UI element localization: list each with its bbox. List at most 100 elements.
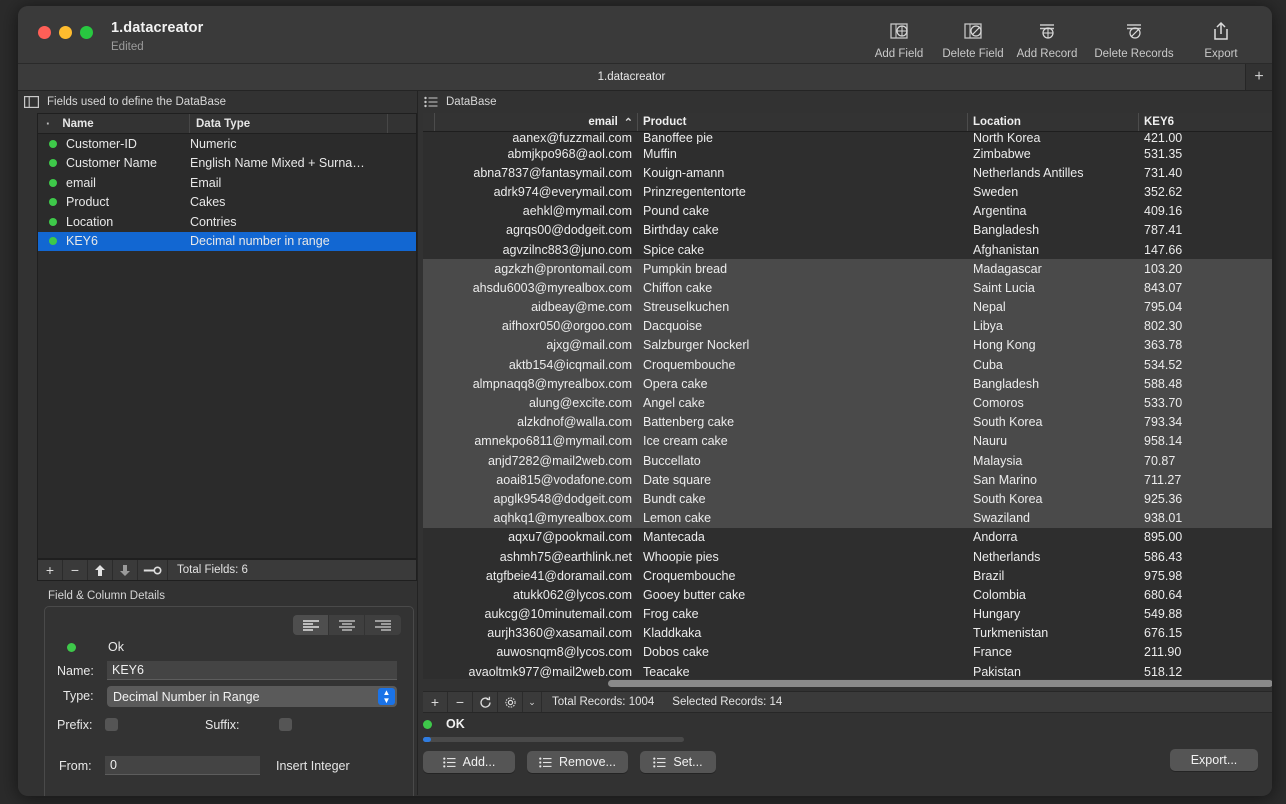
table-row[interactable]: abna7837@fantasymail.com Kouign-amann Neth…: [423, 163, 1272, 182]
fields-col-datatype[interactable]: Data Type: [190, 114, 388, 133]
from-insert-integer-button[interactable]: Insert Integer: [276, 759, 350, 773]
field-row[interactable]: email Email: [38, 173, 416, 193]
align-right-button[interactable]: [365, 615, 401, 635]
row-gutter: [423, 528, 435, 547]
align-center-button[interactable]: [329, 615, 365, 635]
remove-record-row-button[interactable]: −: [448, 692, 473, 712]
field-row[interactable]: Product Cakes: [38, 193, 416, 213]
delete-field-button[interactable]: Delete Field: [936, 14, 1010, 60]
export-button[interactable]: Export: [1184, 14, 1258, 60]
table-row[interactable]: aehkl@mymail.com Pound cake Argentina 409.1…: [423, 202, 1272, 221]
table-row[interactable]: aurjh3360@xasamail.com Kladdkaka Turkmenis…: [423, 624, 1272, 643]
export-footer-button[interactable]: Export...: [1170, 749, 1258, 771]
footer-button-row: Add... Remove... Set...: [423, 751, 716, 773]
table-row[interactable]: atukk062@lycos.com Gooey butter cake Colom…: [423, 585, 1272, 604]
table-row[interactable]: aqhkq1@myrealbox.com Lemon cake Swaziland 9…: [423, 508, 1272, 528]
records-settings-button[interactable]: [498, 692, 523, 712]
cell-email: aidbeay@me.com: [531, 300, 632, 315]
row-gutter: [423, 566, 435, 585]
table-row[interactable]: aidbeay@me.com Streuselkuchen Nepal 795.04: [423, 297, 1272, 317]
fields-col-name-label: Name: [62, 117, 94, 130]
delete-records-label: Delete Records: [1094, 48, 1174, 60]
field-data-type: Numeric: [190, 136, 237, 151]
table-row[interactable]: ashmh75@earthlink.net Whoopie pies Netherl…: [423, 547, 1272, 566]
table-row[interactable]: aoai815@vodafone.com Date square San Marin…: [423, 470, 1272, 490]
field-status-label: Ok: [108, 640, 124, 654]
cell-email: alzkdnof@walla.com: [517, 415, 632, 430]
table-row[interactable]: aanex@fuzzmail.com Banoffee pie North Kore…: [423, 132, 1272, 144]
minimize-button[interactable]: [59, 26, 72, 39]
cell-key6: 409.16: [1144, 204, 1183, 219]
table-row[interactable]: adrk974@everymail.com Prinzregententorte S…: [423, 182, 1272, 201]
row-gutter: [423, 413, 435, 432]
table-row[interactable]: aktb154@icqmail.com Croquembouche Cuba 534.…: [423, 355, 1272, 375]
field-name: email: [66, 175, 96, 190]
database-row-list[interactable]: aanex@fuzzmail.com Banoffee pie North Kore…: [423, 132, 1272, 679]
close-button[interactable]: [38, 26, 51, 39]
move-field-down-button[interactable]: [113, 560, 138, 580]
table-row[interactable]: atgfbeie41@doramail.com Croquembouche Braz…: [423, 566, 1272, 585]
table-row[interactable]: alzkdnof@walla.com Battenberg cake South K…: [423, 412, 1272, 432]
prefix-checkbox[interactable]: [105, 718, 118, 731]
horizontal-scrollbar-thumb[interactable]: [608, 680, 1272, 687]
table-row[interactable]: apglk9548@dodgeit.com Bundt cake South Kor…: [423, 489, 1272, 509]
cell-location: Bangladesh: [973, 376, 1040, 391]
cell-product: Whoopie pies: [643, 549, 719, 564]
table-row[interactable]: agzkzh@prontomail.com Pumpkin bread Madaga…: [423, 259, 1272, 279]
from-input[interactable]: [105, 756, 260, 775]
export-label: Export: [1204, 48, 1238, 60]
cell-product: Battenberg cake: [643, 415, 735, 430]
name-input[interactable]: [107, 661, 397, 680]
move-field-up-button[interactable]: [88, 560, 113, 580]
table-row[interactable]: auwosnqm8@lycos.com Dobos cake France 211.9…: [423, 643, 1272, 662]
cell-location: Turkmenistan: [973, 626, 1049, 641]
list-view-icon[interactable]: [424, 96, 438, 108]
suffix-checkbox[interactable]: [279, 718, 292, 731]
table-row[interactable]: agvzilnc883@juno.com Spice cake Afghanista…: [423, 240, 1272, 259]
records-menu-chevron[interactable]: ⌄: [523, 692, 542, 712]
table-row[interactable]: aifhoxr050@orgoo.com Dacquoise Libya 802.30: [423, 316, 1272, 336]
table-row[interactable]: anjd7282@mail2web.com Buccellato Malaysia 7…: [423, 451, 1272, 471]
align-left-button[interactable]: [293, 615, 329, 635]
zoom-button[interactable]: [80, 26, 93, 39]
type-select[interactable]: Decimal Number in Range ▲ ▼: [107, 686, 397, 707]
fields-col-name[interactable]: · Name: [38, 114, 190, 133]
column-header-email[interactable]: email ⌃: [435, 113, 638, 131]
new-tab-button[interactable]: +: [1245, 64, 1272, 90]
table-row[interactable]: amnekpo6811@mymail.com Ice cream cake Naur…: [423, 431, 1272, 451]
table-row[interactable]: agrqs00@dodgeit.com Birthday cake Banglade…: [423, 221, 1272, 240]
remove-field-row-button[interactable]: −: [63, 560, 88, 580]
column-header-product[interactable]: Product: [638, 113, 968, 131]
column-header-location[interactable]: Location: [968, 113, 1139, 131]
tab-datacreator[interactable]: 1.datacreator: [18, 64, 1245, 90]
window-controls: [38, 26, 93, 39]
primary-key-button[interactable]: [138, 560, 168, 580]
field-row[interactable]: KEY6 Decimal number in range: [38, 231, 416, 251]
table-row[interactable]: ahsdu6003@myrealbox.com Chiffon cake Saint…: [423, 278, 1272, 298]
table-row[interactable]: avaoltmk977@mail2web.com Teacake Pakistan 5…: [423, 662, 1272, 679]
add-button[interactable]: Add...: [423, 751, 515, 773]
field-row[interactable]: Location Contries: [38, 212, 416, 232]
sidebar-toggle-icon[interactable]: [24, 96, 39, 108]
table-row[interactable]: ajxg@mail.com Salzburger Nockerl Hong Kong…: [423, 335, 1272, 356]
field-row[interactable]: Customer-ID Numeric: [38, 134, 416, 154]
fields-pane-header: Fields used to define the DataBase: [18, 91, 417, 113]
refresh-records-button[interactable]: [473, 692, 498, 712]
table-row[interactable]: aqxu7@pookmail.com Mantecada Andorra 895.00: [423, 528, 1272, 547]
add-field-button[interactable]: Add Field: [862, 14, 936, 60]
document-title: 1.datacreator: [111, 20, 204, 36]
add-record-row-button[interactable]: +: [423, 692, 448, 712]
table-row[interactable]: aukcg@10minutemail.com Frog cake Hungary 54…: [423, 605, 1272, 624]
add-field-row-button[interactable]: +: [38, 560, 63, 580]
field-row[interactable]: Customer Name English Name Mixed + Surna…: [38, 154, 416, 174]
remove-button[interactable]: Remove...: [527, 751, 628, 773]
cell-key6: 531.35: [1144, 146, 1183, 161]
table-row[interactable]: almpnaqq8@myrealbox.com Opera cake Banglad…: [423, 374, 1272, 394]
set-button[interactable]: Set...: [639, 751, 716, 773]
add-record-button[interactable]: Add Record: [1010, 14, 1084, 60]
table-row[interactable]: alung@excite.com Angel cake Comoros 533.70: [423, 393, 1272, 413]
table-row[interactable]: abmjkpo968@aol.com Muffin Zimbabwe 531.35: [423, 144, 1272, 163]
cell-email: aqxu7@pookmail.com: [508, 530, 632, 545]
column-header-key6[interactable]: KEY6: [1139, 113, 1272, 131]
delete-records-button[interactable]: Delete Records: [1084, 14, 1184, 60]
